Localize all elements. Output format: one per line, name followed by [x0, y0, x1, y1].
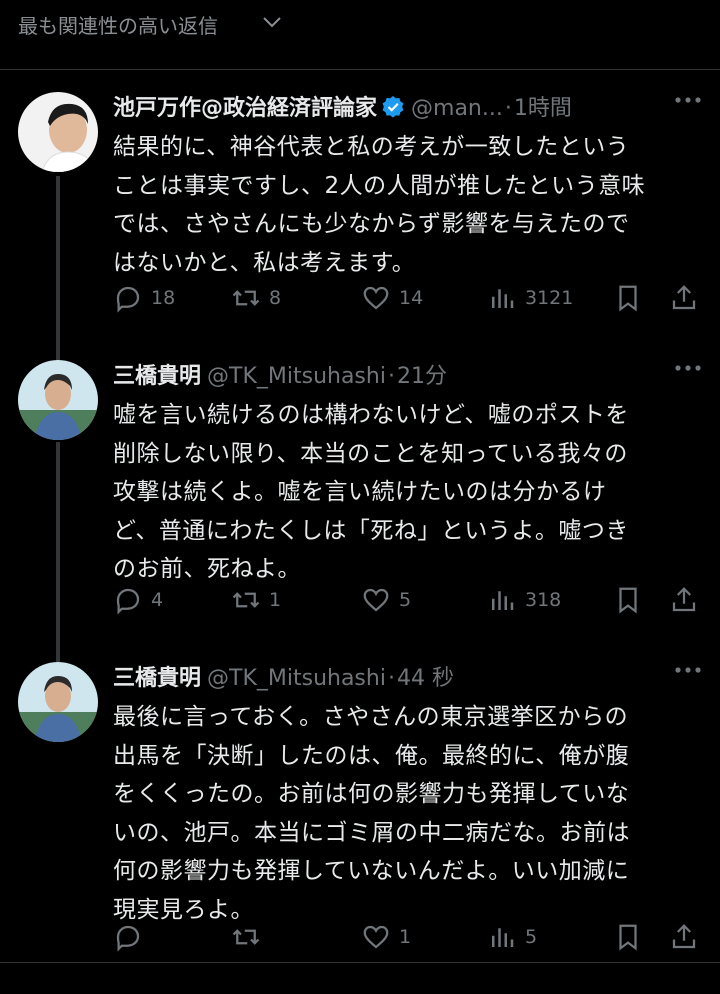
- view-count: 3121: [525, 287, 574, 309]
- repost-icon: [232, 929, 260, 945]
- tweet[interactable]: 三橋貴明 @TK_Mitsuhashi·44 秒 最後に言っておく。さやさんの東京…: [0, 660, 720, 970]
- share-button[interactable]: [669, 281, 707, 315]
- reply-button[interactable]: 4: [113, 583, 163, 617]
- repost-count: 1: [269, 589, 282, 611]
- bookmark-button[interactable]: [613, 281, 651, 315]
- view-count: 318: [525, 589, 562, 611]
- tweet-text: 結果的に、神谷代表と私の考えが一致したという ことは事実ですし、2人の人間が推し…: [113, 128, 703, 282]
- author-handle[interactable]: @TK_Mitsuhashi: [207, 364, 386, 389]
- views-button[interactable]: 318: [487, 583, 561, 617]
- repost-button[interactable]: 1: [231, 583, 281, 617]
- bookmark-button[interactable]: [613, 583, 651, 617]
- reply-sort-selector[interactable]: 最も関連性の高い返信: [0, 0, 720, 70]
- tweet-text-line: 出馬を「決断」したのは、俺。最終的に、俺が腹: [113, 742, 630, 769]
- tweet-text: 嘘を言い続けるのは構わないけど、嘘のポストを 削除しない限り、本当のことを知って…: [113, 396, 703, 589]
- more-options-icon[interactable]: [674, 96, 702, 104]
- bookmark-icon: [619, 587, 637, 614]
- views-button[interactable]: 5: [487, 920, 537, 954]
- author-name[interactable]: 池戸万作@政治経済評論家: [113, 96, 377, 121]
- tweet-actions: 18 8 14 3121: [113, 281, 703, 315]
- like-button[interactable]: 5: [361, 583, 411, 617]
- analytics-icon: [492, 289, 514, 308]
- timestamp[interactable]: 44 秒: [397, 666, 454, 691]
- bookmark-icon: [619, 285, 637, 312]
- repost-icon: [232, 290, 260, 306]
- divider: [0, 962, 720, 963]
- tweet-text-line: 削除しない限り、本当のことを知っている我々の: [113, 440, 628, 467]
- avatar[interactable]: [18, 360, 98, 440]
- tweet-text-line: 最後に言っておく。さやさんの東京選挙区からの: [113, 704, 629, 730]
- avatar[interactable]: [18, 662, 98, 742]
- avatar[interactable]: [18, 92, 98, 172]
- heart-icon: [363, 925, 389, 949]
- repost-button[interactable]: 8: [231, 281, 281, 315]
- author-name[interactable]: 三橋貴明: [113, 364, 201, 389]
- separator-dot: ·: [387, 364, 395, 389]
- heart-icon: [363, 588, 389, 612]
- more-options-icon[interactable]: [674, 666, 702, 674]
- view-count: 5: [525, 926, 538, 948]
- like-count: 1: [399, 926, 412, 948]
- share-button[interactable]: [669, 920, 707, 954]
- share-icon: [672, 924, 696, 949]
- repost-icon: [232, 592, 260, 608]
- like-button[interactable]: 1: [361, 920, 411, 954]
- tweet-text-line: をくくったの。お前は何の影響力も発揮していな: [113, 781, 630, 807]
- like-button[interactable]: 14: [361, 281, 423, 315]
- share-icon: [672, 285, 696, 310]
- reply-button[interactable]: 18: [113, 281, 175, 315]
- tweet[interactable]: 池戸万作@政治経済評論家 @man...·1時間 結果的に、神谷代表と私の考えが…: [0, 90, 720, 346]
- tweet-text: 最後に言っておく。さやさんの東京選挙区からの 出馬を「決断」したのは、俺。最終的…: [113, 698, 703, 929]
- reply-count: 18: [151, 287, 176, 309]
- chevron-down-icon: [263, 17, 281, 28]
- bookmark-icon: [619, 924, 637, 951]
- author-handle[interactable]: @TK_Mitsuhashi: [207, 666, 386, 691]
- heart-icon: [363, 286, 389, 310]
- analytics-icon: [492, 928, 514, 947]
- like-count: 14: [399, 287, 424, 309]
- tweet-text-line: 攻撃は続くよ。嘘を言い続けたいのは分かるけ: [113, 479, 607, 505]
- tweet-text-line: 結果的に、神谷代表と私の考えが一致したという: [113, 134, 630, 160]
- reply-icon: [116, 588, 140, 615]
- bookmark-button[interactable]: [613, 920, 651, 954]
- timestamp[interactable]: 1時間: [514, 96, 572, 121]
- tweet-text-line: 嘘を言い続けるのは構わないけど、嘘のポストを: [113, 402, 629, 428]
- tweet-text-line: いの、池戸。本当にゴミ屑の中二病だな。お前は: [113, 819, 630, 846]
- tweet-text-line: では、さやさんにも少なからず影響を与えたので: [113, 211, 630, 237]
- verified-badge-icon: [382, 96, 404, 118]
- tweet-text-line: 何の影響力も発揮していないんだよ。いい加減に: [113, 858, 630, 884]
- repost-count: 8: [269, 287, 282, 309]
- reply-count: 4: [151, 589, 164, 611]
- tweet-text-line: ど、普通にわたくしは「死ね」というよ。嘘つき: [113, 517, 629, 544]
- author-name[interactable]: 三橋貴明: [113, 666, 201, 691]
- reply-icon: [116, 286, 140, 313]
- tweet[interactable]: 三橋貴明 @TK_Mitsuhashi·21分 嘘を言い続けるのは構わないけど、嘘…: [0, 358, 720, 648]
- views-button[interactable]: 3121: [487, 281, 573, 315]
- tweet-actions: 1 5: [113, 920, 703, 954]
- repost-button[interactable]: [231, 920, 269, 954]
- tweet-text-line: はないかと、私は考えます。: [113, 249, 416, 276]
- like-count: 5: [399, 589, 412, 611]
- reply-button[interactable]: [113, 920, 151, 954]
- timestamp[interactable]: 21分: [397, 364, 447, 389]
- reply-icon: [116, 925, 140, 952]
- separator-dot: ·: [504, 96, 512, 121]
- sort-label: 最も関連性の高い返信: [18, 14, 218, 38]
- tweet-text-line: ことは事実ですし、2人の人間が推したという意味: [113, 172, 646, 199]
- share-icon: [672, 587, 696, 612]
- author-handle[interactable]: @man...: [411, 96, 503, 121]
- analytics-icon: [492, 591, 514, 610]
- separator-dot: ·: [387, 666, 395, 691]
- tweet-actions: 4 1 5 318: [113, 583, 703, 617]
- share-button[interactable]: [669, 583, 707, 617]
- more-options-icon[interactable]: [674, 364, 702, 372]
